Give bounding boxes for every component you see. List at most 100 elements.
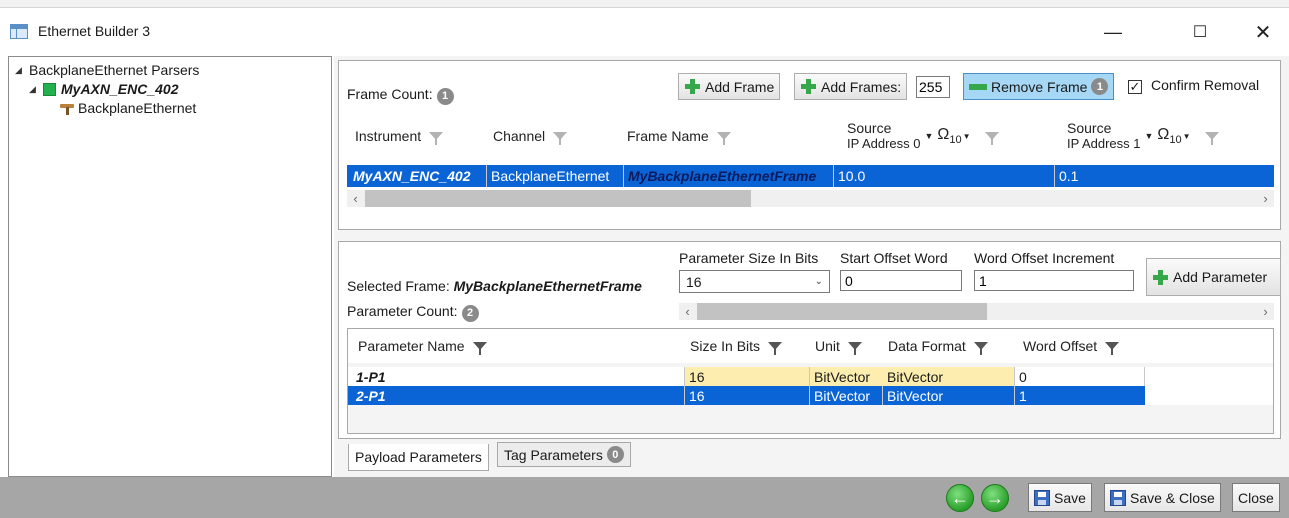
remove-frame-badge: 1 [1091,78,1109,95]
add-frame-button[interactable]: Add Frame [678,73,781,100]
tab-tag-parameters[interactable]: Tag Parameters 0 [497,442,631,467]
cell-unit[interactable]: BitVector [810,367,883,386]
cell-unit[interactable]: BitVector [810,386,883,405]
close-window-button[interactable]: ✕ [1240,16,1286,48]
parameters-horizontal-scrollbar[interactable]: ‹ › [679,303,1274,320]
parameter-size-label: Parameter Size In Bits [679,250,819,266]
word-offset-increment-label: Word Offset Increment [974,250,1115,266]
column-header-size-in-bits[interactable]: Size In Bits [684,329,809,363]
dropdown-arrow-icon[interactable]: ▼ [924,131,933,141]
filter-icon[interactable] [1105,342,1120,355]
column-header-instrument[interactable]: Instrument [347,111,487,161]
selected-frame-label: Selected Frame: MyBackplaneEthernetFrame [347,278,642,294]
cell-word-offset[interactable]: 1 [1015,386,1145,405]
start-offset-input[interactable] [840,270,962,291]
cell-size-in-bits[interactable]: 16 [685,386,810,405]
row-filler [1145,386,1273,405]
filter-icon[interactable] [716,132,731,145]
scroll-left-arrow-icon[interactable]: ‹ [679,303,696,320]
column-header-frame-name[interactable]: Frame Name [623,111,833,161]
connector-icon [59,101,75,115]
tree-item-label: BackplaneEthernet Parsers [29,62,200,78]
window-title: Ethernet Builder 3 [38,23,151,39]
parameter-row[interactable]: 1-P1 16 BitVector BitVector 0 [348,367,1273,386]
filter-icon[interactable] [847,342,862,355]
plus-icon [684,78,701,95]
column-header-word-offset[interactable]: Word Offset [1017,329,1145,363]
frames-grid-header: Instrument Channel Frame Name Source IP … [347,111,1274,161]
tree-item-root[interactable]: ◢ BackplaneEthernet Parsers [15,62,199,78]
column-header-channel[interactable]: Channel [487,111,623,161]
filter-icon[interactable] [768,342,783,355]
frame-count-label: Frame Count: 1 [347,86,454,105]
cell-data-format[interactable]: BitVector [883,386,1015,405]
cell-source-ip1[interactable]: 0.1 [1055,165,1274,187]
dropdown-arrow-icon[interactable]: ▼ [1144,131,1153,141]
column-header-parameter-name[interactable]: Parameter Name [348,329,684,363]
remove-frame-button[interactable]: Remove Frame 1 [963,73,1115,100]
column-header-source-ip1[interactable]: Source IP Address 1 ▼ Ω10 ▼ [1055,111,1274,161]
filter-icon[interactable] [984,132,999,145]
parameter-count-label: Parameter Count: 2 [347,303,479,322]
filter-icon[interactable] [429,132,444,145]
cell-parameter-name[interactable]: 1-P1 [348,367,685,386]
selected-frame-name: MyBackplaneEthernetFrame [453,278,642,294]
parameters-grid: Parameter Name Size In Bits Unit Data Fo… [347,328,1274,434]
scrollbar-thumb[interactable] [365,190,751,207]
scroll-right-arrow-icon[interactable]: › [1257,303,1274,320]
editor-panel: Frame Count:1 Add Frame Add Frames: Remo… [334,56,1289,477]
scroll-right-arrow-icon[interactable]: › [1257,190,1274,207]
frame-count-badge: 1 [436,87,454,105]
add-frames-button[interactable]: Add Frames: [794,73,908,100]
parameter-count-badge: 2 [461,304,479,322]
parameters-grid-header: Parameter Name Size In Bits Unit Data Fo… [348,329,1273,363]
close-button[interactable]: Close [1232,483,1280,512]
back-arrow-icon[interactable]: ← [946,484,974,512]
tree-item-channel[interactable]: BackplaneEthernet [59,100,196,116]
filter-icon[interactable] [553,132,568,145]
confirm-removal-checkbox[interactable]: ✓ [1128,80,1142,94]
filter-icon[interactable] [472,342,487,355]
frame-row[interactable]: MyAXN_ENC_402 BackplaneEthernet MyBackpl… [347,165,1274,187]
parser-tree[interactable]: ◢ BackplaneEthernet Parsers ◢ MyAXN_ENC_… [8,56,332,477]
dropdown-arrow-icon[interactable]: ▼ [963,132,971,141]
footer-bar: ← → Save Save & Close Close [0,477,1289,518]
cell-data-format[interactable]: BitVector [883,367,1015,386]
cell-frame-name[interactable]: MyBackplaneEthernetFrame [624,165,834,187]
instrument-icon [43,82,56,96]
radix-selector[interactable]: Ω10 [937,126,961,146]
tree-item-instrument[interactable]: ◢ MyAXN_ENC_402 [29,81,179,97]
filter-icon[interactable] [1204,132,1219,145]
cell-source-ip0[interactable]: 10.0 [834,165,1055,187]
expand-triangle-icon[interactable]: ◢ [15,65,29,76]
parameter-row-selected[interactable]: 2-P1 16 BitVector BitVector 1 [348,386,1145,405]
save-and-close-button[interactable]: Save & Close [1104,483,1221,512]
expand-triangle-icon[interactable]: ◢ [29,84,43,95]
cell-word-offset[interactable]: 0 [1015,367,1145,386]
cell-channel[interactable]: BackplaneEthernet [487,165,624,187]
cell-parameter-name[interactable]: 2-P1 [348,386,685,405]
column-header-data-format[interactable]: Data Format [882,329,1017,363]
dropdown-arrow-icon[interactable]: ▼ [1183,132,1191,141]
add-parameter-button[interactable]: Add Parameter [1146,258,1281,296]
scrollbar-thumb[interactable] [697,303,987,320]
column-header-unit[interactable]: Unit [809,329,882,363]
forward-arrow-icon[interactable]: → [981,484,1009,512]
app-icon [10,24,28,39]
tree-item-label: BackplaneEthernet [78,100,197,116]
save-button[interactable]: Save [1028,483,1092,512]
column-header-source-ip0[interactable]: Source IP Address 0 ▼ Ω10 ▼ [833,111,1055,161]
frames-horizontal-scrollbar[interactable]: ‹ › [347,190,1274,207]
radix-selector[interactable]: Ω10 [1157,126,1181,146]
parameter-size-select[interactable]: 16 ⌄ [679,270,830,293]
confirm-removal-label: Confirm Removal [1151,77,1260,93]
cell-instrument[interactable]: MyAXN_ENC_402 [347,165,487,187]
word-offset-increment-input[interactable] [974,270,1134,291]
cell-size-in-bits[interactable]: 16 [685,367,810,386]
scroll-left-arrow-icon[interactable]: ‹ [347,190,364,207]
add-frames-count-input[interactable] [916,76,950,98]
filter-icon[interactable] [973,342,988,355]
maximize-button[interactable]: ☐ [1177,16,1223,48]
minimize-button[interactable]: — [1090,16,1136,48]
tab-payload-parameters[interactable]: Payload Parameters [348,444,489,471]
